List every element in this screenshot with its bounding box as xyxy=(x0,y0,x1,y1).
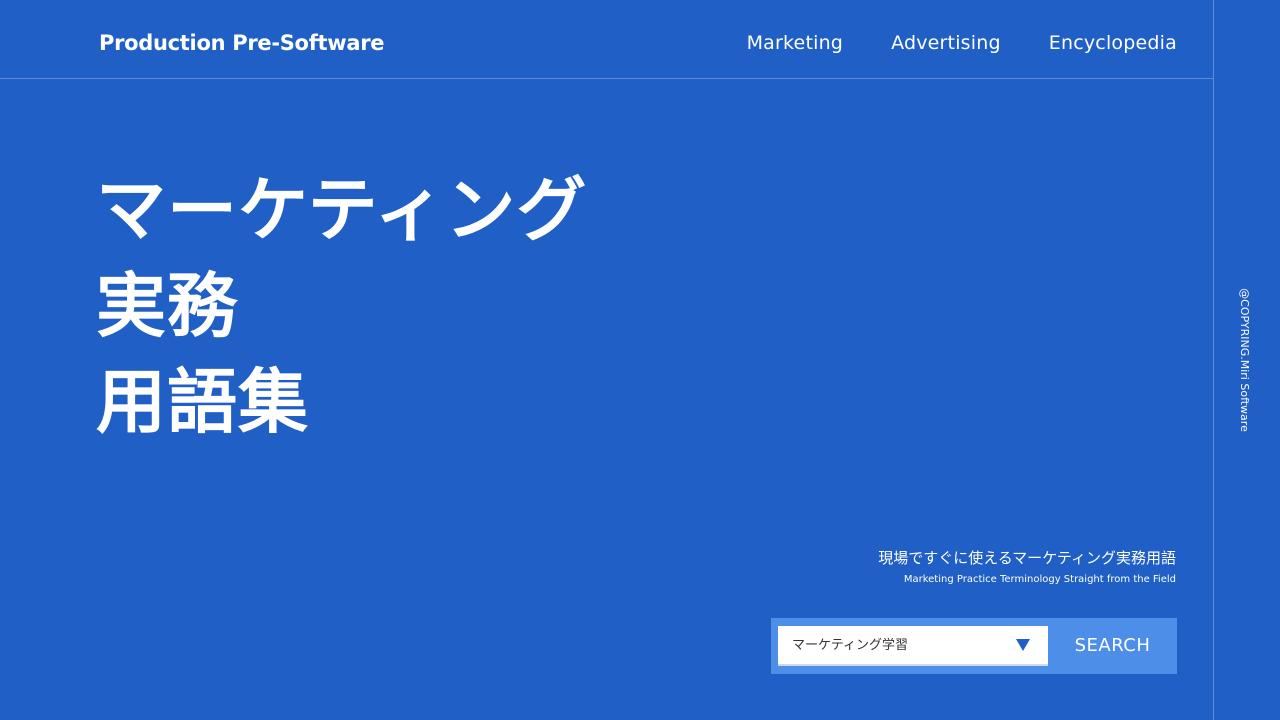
nav-link-encyclopedia[interactable]: Encyclopedia xyxy=(1049,29,1177,57)
search-select-value: マーケティング学習 xyxy=(792,638,908,653)
hero-title: マーケティング 実務 用語集 xyxy=(96,162,587,450)
search-bar: マーケティング学習 SEARCH xyxy=(771,618,1177,674)
triangle-down-icon xyxy=(1016,639,1030,651)
tagline: 現場ですぐに使えるマーケティング実務用語 Marketing Practice … xyxy=(878,547,1176,587)
copyright-vertical-text: @COPYRING.Miri Software xyxy=(1238,288,1251,432)
brand-logo-link[interactable]: Production Pre-Software xyxy=(99,29,385,57)
search-button[interactable]: SEARCH xyxy=(1048,626,1177,666)
header-divider xyxy=(0,78,1213,79)
tagline-japanese: 現場ですぐに使えるマーケティング実務用語 xyxy=(878,549,1176,567)
nav-link-advertising[interactable]: Advertising xyxy=(891,29,1001,57)
tagline-english: Marketing Practice Terminology Straight … xyxy=(903,574,1176,585)
side-divider xyxy=(1213,0,1214,720)
page: Production Pre-Software Marketing Advert… xyxy=(0,0,1280,720)
nav-link-marketing[interactable]: Marketing xyxy=(747,29,844,57)
hero-title-line-2: 実務 xyxy=(96,265,238,347)
search-category-select[interactable]: マーケティング学習 xyxy=(778,626,1048,666)
hero-title-line-3: 用語集 xyxy=(96,361,309,443)
main-nav: Marketing Advertising Encyclopedia xyxy=(747,29,1177,57)
hero-title-line-1: マーケティング xyxy=(96,169,588,251)
